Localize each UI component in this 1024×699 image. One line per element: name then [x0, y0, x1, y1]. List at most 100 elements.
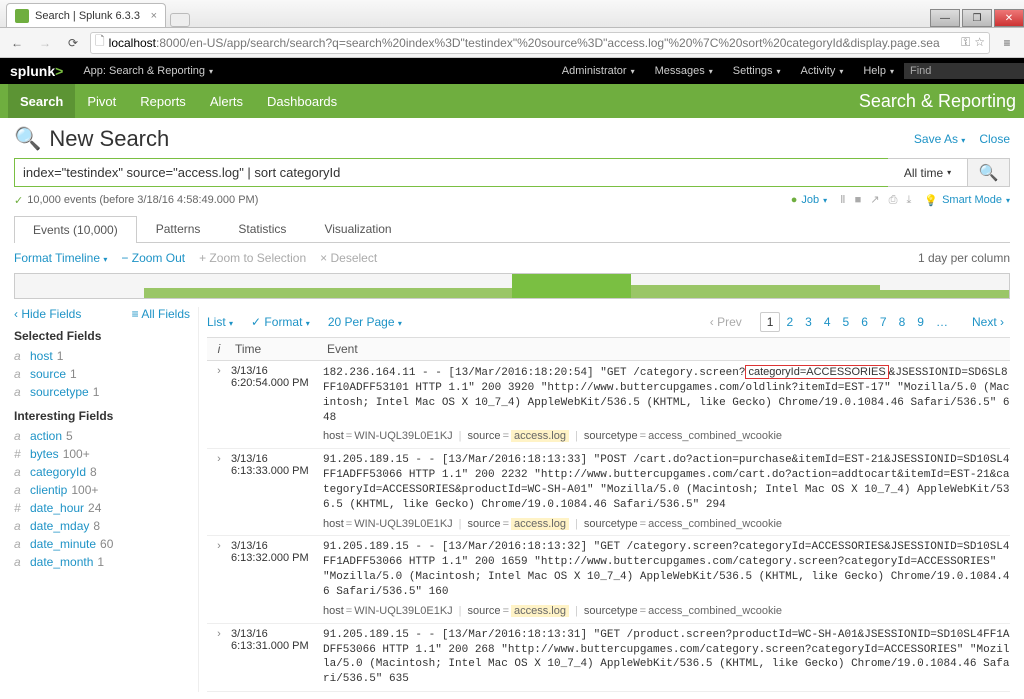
field-date_month[interactable]: adate_month 1 — [14, 553, 190, 571]
maximize-button[interactable]: ❐ — [962, 9, 992, 27]
field-bytes[interactable]: #bytes 100+ — [14, 445, 190, 463]
reload-button[interactable]: ⟳ — [62, 32, 84, 54]
deselect: × Deselect — [320, 251, 377, 265]
format-menu[interactable]: ✓ Format ▾ — [251, 315, 310, 329]
url-path: :8000/en-US/app/search/search?q=search%2… — [156, 36, 940, 50]
browser-menu-button[interactable]: ≡ — [996, 36, 1018, 50]
nav-alerts[interactable]: Alerts — [198, 84, 255, 118]
nav-search[interactable]: Search — [8, 84, 75, 118]
search-input[interactable]: index="testindex" source="access.log" | … — [14, 158, 888, 187]
field-categoryId[interactable]: acategoryId 8 — [14, 463, 190, 481]
page-title: 🔍New Search — [14, 126, 169, 152]
minimize-button[interactable]: — — [930, 9, 960, 27]
help-menu[interactable]: Help▾ — [853, 65, 904, 77]
pager-page-9[interactable]: 9 — [911, 313, 930, 331]
field-source[interactable]: asource 1 — [14, 365, 190, 383]
event-row: ›3/13/166:13:33.000 PM91.205.189.15 - - … — [207, 449, 1010, 536]
event-row: ›3/13/166:13:31.000 PM91.205.189.15 - - … — [207, 624, 1010, 692]
admin-menu[interactable]: Administrator▾ — [552, 65, 645, 77]
field-date_mday[interactable]: adate_mday 8 — [14, 517, 190, 535]
app-selector[interactable]: App: Search & Reporting▾ — [73, 65, 223, 77]
pager-page-2[interactable]: 2 — [780, 313, 799, 331]
expand-icon[interactable]: › — [207, 628, 231, 687]
close-icon[interactable]: × — [151, 10, 157, 22]
forward-button[interactable]: → — [34, 32, 56, 54]
nav-pivot[interactable]: Pivot — [75, 84, 128, 118]
key-icon[interactable]: ⚿ — [961, 35, 970, 50]
field-sourcetype[interactable]: asourcetype 1 — [14, 383, 190, 401]
pager-next[interactable]: Next › — [966, 313, 1010, 331]
tab-visualization[interactable]: Visualization — [305, 215, 410, 242]
smart-mode[interactable]: 💡Smart Mode▾ — [924, 194, 1010, 207]
job-controls: Ⅱ ■ ↗ ⎙ ⤓ — [837, 193, 914, 207]
browser-tab-strip: Search | Splunk 6.3.3 × — ❐ ✕ — [0, 0, 1024, 28]
pager-page-8[interactable]: 8 — [893, 313, 912, 331]
search-button[interactable]: 🔍 — [968, 158, 1010, 187]
window-close-button[interactable]: ✕ — [994, 9, 1024, 27]
nav-reports[interactable]: Reports — [128, 84, 198, 118]
event-raw[interactable]: 91.205.189.15 - - [13/Mar/2016:18:13:33]… — [323, 453, 1010, 531]
field-clientip[interactable]: aclientip 100+ — [14, 481, 190, 499]
hide-fields[interactable]: ‹ Hide Fields — [14, 307, 81, 321]
back-button[interactable]: ← — [6, 32, 28, 54]
browser-tab[interactable]: Search | Splunk 6.3.3 × — [6, 3, 166, 27]
find-input[interactable]: Find — [904, 63, 1024, 79]
pager-page-5[interactable]: 5 — [837, 313, 856, 331]
field-host[interactable]: ahost 1 — [14, 347, 190, 365]
pager-page-1[interactable]: 1 — [760, 312, 781, 332]
print-icon[interactable]: ⎙ — [889, 194, 898, 206]
window-controls: — ❐ ✕ — [928, 9, 1024, 27]
stop-icon[interactable]: ■ — [855, 194, 862, 206]
save-as-link[interactable]: Save As ▾ — [914, 132, 965, 146]
splunk-header: splunk> App: Search & Reporting▾ Adminis… — [0, 58, 1024, 84]
event-time: 3/13/166:20:54.000 PM — [231, 365, 323, 444]
event-raw[interactable]: 91.205.189.15 - - [13/Mar/2016:18:13:32]… — [323, 540, 1010, 618]
expand-icon[interactable]: › — [207, 365, 231, 444]
pager-page-7[interactable]: 7 — [874, 313, 893, 331]
field-date_hour[interactable]: #date_hour 24 — [14, 499, 190, 517]
event-time: 3/13/166:13:33.000 PM — [231, 453, 323, 531]
event-raw[interactable]: 182.236.164.11 - - [13/Mar/2016:18:20:54… — [323, 365, 1010, 444]
time-range-picker[interactable]: All time▾ — [888, 158, 968, 187]
col-event: Event — [323, 338, 1010, 360]
pause-icon[interactable]: Ⅱ — [840, 194, 845, 206]
pager-page-…[interactable]: … — [930, 313, 954, 331]
activity-menu[interactable]: Activity▾ — [791, 65, 854, 77]
star-icon[interactable]: ☆ — [974, 35, 985, 50]
event-raw[interactable]: 91.205.189.15 - - [13/Mar/2016:18:13:31]… — [323, 628, 1010, 687]
col-time[interactable]: Time — [231, 338, 323, 360]
pager-page-3[interactable]: 3 — [799, 313, 818, 331]
format-timeline[interactable]: Format Timeline ▾ — [14, 251, 107, 265]
address-bar[interactable]: 🗋 localhost :8000/en-US/app/search/searc… — [90, 32, 990, 54]
app-nav: Search Pivot Reports Alerts Dashboards S… — [0, 84, 1024, 118]
per-page[interactable]: 20 Per Page ▾ — [328, 315, 402, 329]
nav-dashboards[interactable]: Dashboards — [255, 84, 349, 118]
expand-icon[interactable]: › — [207, 453, 231, 531]
selected-fields-header: Selected Fields — [14, 329, 190, 343]
share-icon[interactable]: ↗ — [870, 194, 879, 206]
pager-prev: ‹ Prev — [704, 313, 748, 331]
all-fields[interactable]: ≡ All Fields — [132, 307, 190, 321]
field-action[interactable]: aaction 5 — [14, 427, 190, 445]
tab-patterns[interactable]: Patterns — [137, 215, 220, 242]
result-count: 10,000 events (before 3/18/16 4:58:49.00… — [27, 194, 258, 206]
pager-page-6[interactable]: 6 — [855, 313, 874, 331]
event-time: 3/13/166:13:31.000 PM — [231, 628, 323, 687]
field-date_minute[interactable]: adate_minute 60 — [14, 535, 190, 553]
zoom-to-selection: + Zoom to Selection — [199, 251, 306, 265]
fields-sidebar: ‹ Hide Fields ≡ All Fields Selected Fiel… — [14, 307, 199, 692]
timeline-chart[interactable] — [14, 273, 1010, 299]
job-menu[interactable]: ●Job▾ — [791, 194, 827, 206]
new-tab-button[interactable] — [170, 13, 190, 27]
list-view[interactable]: List ▾ — [207, 315, 233, 329]
messages-menu[interactable]: Messages▾ — [645, 65, 723, 77]
tab-events[interactable]: Events (10,000) — [14, 216, 137, 243]
close-link[interactable]: Close — [979, 132, 1010, 146]
tab-statistics[interactable]: Statistics — [219, 215, 305, 242]
export-icon[interactable]: ⤓ — [906, 194, 911, 206]
zoom-out[interactable]: − Zoom Out — [121, 251, 185, 265]
expand-icon[interactable]: › — [207, 540, 231, 618]
settings-menu[interactable]: Settings▾ — [723, 65, 791, 77]
pager-page-4[interactable]: 4 — [818, 313, 837, 331]
splunk-logo[interactable]: splunk> — [0, 63, 73, 79]
